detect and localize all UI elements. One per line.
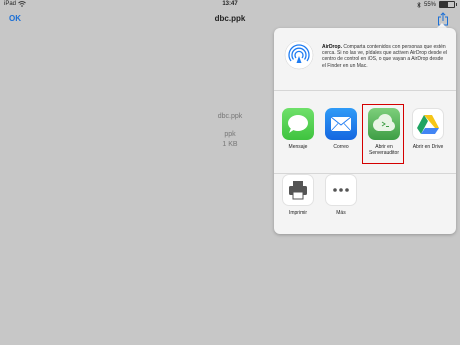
google-drive-icon	[412, 108, 444, 140]
app-label: Abrir en Drive	[412, 144, 444, 150]
battery-icon	[439, 1, 457, 8]
more-icon	[325, 174, 357, 206]
app-label: Mensaje	[288, 144, 308, 150]
status-bar: iPad 13:47 55%	[0, 0, 460, 10]
airdrop-icon	[284, 40, 314, 70]
battery-level	[440, 2, 448, 7]
app-mail[interactable]: Correo	[320, 108, 362, 150]
status-right: 55%	[417, 1, 457, 8]
file-type: ppk	[224, 131, 236, 138]
airdrop-section[interactable]: AirDrop. Comparta contenidos con persona…	[274, 28, 456, 91]
messages-icon	[282, 108, 314, 140]
printer-icon	[282, 174, 314, 206]
airdrop-title: AirDrop.	[322, 44, 342, 50]
file-name: dbc.ppk	[217, 113, 243, 120]
apps-row: Mensaje Correo Abrir en Serverauditor Ab…	[274, 91, 456, 174]
file-size: 1 KB	[222, 141, 238, 148]
app-messages[interactable]: Mensaje	[277, 108, 319, 150]
action-print[interactable]: Imprimir	[277, 174, 319, 216]
selection-highlight	[362, 104, 404, 164]
page-title: dbc.ppk	[214, 14, 246, 23]
battery-percent: 55%	[423, 1, 436, 8]
bluetooth-icon	[417, 1, 421, 8]
action-label: Más	[336, 210, 346, 216]
mail-icon	[325, 108, 357, 140]
action-label: Imprimir	[288, 210, 308, 216]
airdrop-description: AirDrop. Comparta contenidos con persona…	[322, 44, 448, 69]
app-label: Correo	[333, 144, 349, 150]
status-time: 13:47	[222, 1, 238, 7]
action-more[interactable]: Más	[320, 174, 362, 216]
share-sheet: AirDrop. Comparta contenidos con persona…	[274, 28, 456, 234]
file-preview: dbc.ppk ppk 1 KB	[200, 112, 260, 150]
app-google-drive[interactable]: Abrir en Drive	[407, 108, 449, 150]
actions-row: Imprimir Más	[274, 174, 456, 234]
nav-bar: OK dbc.ppk	[0, 10, 460, 30]
